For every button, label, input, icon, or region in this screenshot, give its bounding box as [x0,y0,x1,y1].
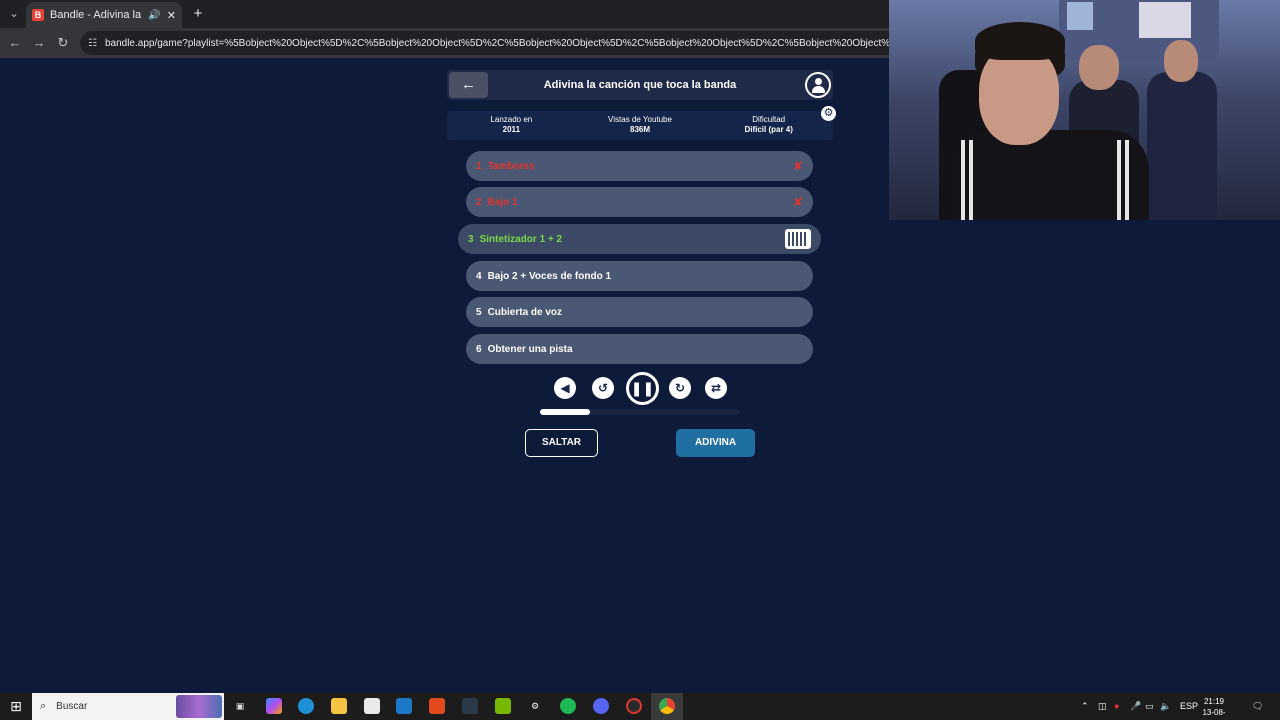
clock-time: 21:19 [1203,697,1225,706]
forward-5-icon[interactable]: ↻ [669,377,691,399]
site-info-icon[interactable]: ☷ [88,38,97,49]
brave-icon[interactable] [429,698,445,714]
copilot-icon[interactable] [266,698,282,714]
wrong-x-icon: ✘ [792,195,803,209]
nvidia-icon[interactable] [495,698,511,714]
track-number: 2 [476,196,482,208]
search-placeholder: Buscar [56,701,88,712]
track-number: 6 [476,343,482,355]
webcam-video [889,0,1280,220]
track-number: 4 [476,270,482,282]
wrong-x-icon: ✘ [792,159,803,173]
info-value: 836M [630,125,651,134]
taskbar-search[interactable]: ⌕ Buscar [32,693,224,720]
speaker-icon[interactable]: 🔊 [148,10,160,21]
search-highlight-image [176,695,222,718]
playback-controls: ◀ ↺ ❚❚ ↻ ⇄ [554,372,729,406]
track-label: Bajo 2 + Voces de fondo 1 [487,270,612,282]
info-label: Vistas de Youtube [608,115,672,124]
playback-progress-bar[interactable] [540,409,740,415]
info-value: Difícil (par 4) [744,125,793,134]
track-number: 5 [476,306,482,318]
forward-arrow-icon[interactable]: → [29,33,49,53]
volume-icon[interactable]: ◀ [554,377,576,399]
tab-search-chevron-icon[interactable]: ⌄ [4,4,24,24]
clock[interactable]: 21:19 13-08-2026 [1197,696,1231,720]
tray-overflow-icon[interactable]: ⌃ [1081,693,1089,720]
edge-icon[interactable] [298,698,314,714]
progress-fill [540,409,590,415]
track-label: Obtener una pista [487,343,573,355]
track-row-1: 1 Tambores ✘ [466,151,813,181]
track-label: Tambores [487,160,535,172]
game-header: Adivina la canción que toca la banda ← [447,70,833,100]
store-icon[interactable] [364,698,380,714]
microphone-icon[interactable]: 🎤 [1130,693,1141,720]
profile-icon[interactable] [805,72,831,98]
song-info-bar: Lanzado en 2011 Vistas de Youtube 836M D… [447,111,833,140]
track-row-6[interactable]: 6 Obtener una pista [466,334,813,364]
discord-icon[interactable] [593,698,609,714]
shuffle-off-icon[interactable]: ⇄ [705,377,727,399]
reload-icon[interactable]: ↻ [53,33,73,53]
back-button[interactable]: ← [449,72,488,98]
pause-button[interactable]: ❚❚ [626,372,659,405]
app-icon[interactable] [462,698,478,714]
release-year-info: Lanzado en 2011 [447,111,576,140]
track-row-4: 4 Bajo 2 + Voces de fondo 1 [466,261,813,291]
track-number: 3 [468,233,474,245]
guess-button[interactable]: ADIVINA [676,429,755,457]
close-tab-icon[interactable]: ✕ [167,9,176,22]
file-explorer-icon[interactable] [331,698,347,714]
task-view-icon[interactable]: ▣ [232,698,248,714]
clock-date: 13-08-2026 [1202,708,1226,720]
chrome-icon[interactable] [659,698,675,714]
gear-icon[interactable]: ⚙ [821,106,836,121]
new-tab-button[interactable]: + [188,4,208,24]
mail-icon[interactable] [396,698,412,714]
notifications-icon[interactable]: 🗨 [1252,693,1263,720]
info-label: Dificultad [752,115,786,124]
skip-button[interactable]: SALTAR [525,429,598,457]
info-label: Lanzado en [490,115,533,124]
youtube-views-info: Vistas de Youtube 836M [576,111,705,140]
info-value: 2011 [502,125,521,134]
language-indicator[interactable]: ESP [1180,693,1198,720]
settings-gear-icon[interactable]: ⚙ [527,698,543,714]
volume-tray-icon[interactable]: 🔈 [1160,693,1171,720]
track-label: Cubierta de voz [487,306,563,318]
tab-title: Bandle - Adivina la canción [50,9,142,21]
browser-tab[interactable]: B Bandle - Adivina la canción 🔊 ✕ [26,2,182,28]
search-icon: ⌕ [40,700,47,712]
track-row-3[interactable]: 3 Sintetizador 1 + 2 [458,224,821,254]
obs-icon[interactable] [626,698,642,714]
back-arrow-icon[interactable]: ← [5,33,25,53]
track-label: Bajo 1 [487,196,518,208]
track-row-5: 5 Cubierta de voz [466,297,813,327]
windows-taskbar: ⊞ ⌕ Buscar ▣ ⚙ ⌃ ◫ ● 🎤 ▭ 🔈 ESP 21:19 13-… [0,693,1280,720]
rewind-5-icon[interactable]: ↺ [592,377,614,399]
track-label: Sintetizador 1 + 2 [479,233,563,245]
windows-start-icon[interactable]: ⊞ [0,693,32,720]
page-title: Adivina la canción que toca la banda [543,79,737,91]
track-number: 1 [476,160,482,172]
keyboard-instrument-icon [785,229,811,249]
track-row-2: 2 Bajo 1 ✘ [466,187,813,217]
spotify-icon[interactable] [560,698,576,714]
bandle-favicon-icon: B [32,9,44,21]
network-icon[interactable]: ▭ [1145,693,1154,720]
difficulty-info: Dificultad Difícil (par 4) [704,111,833,140]
tray-recording-icon[interactable]: ● [1114,693,1119,720]
tray-app-icon[interactable]: ◫ [1098,693,1107,720]
